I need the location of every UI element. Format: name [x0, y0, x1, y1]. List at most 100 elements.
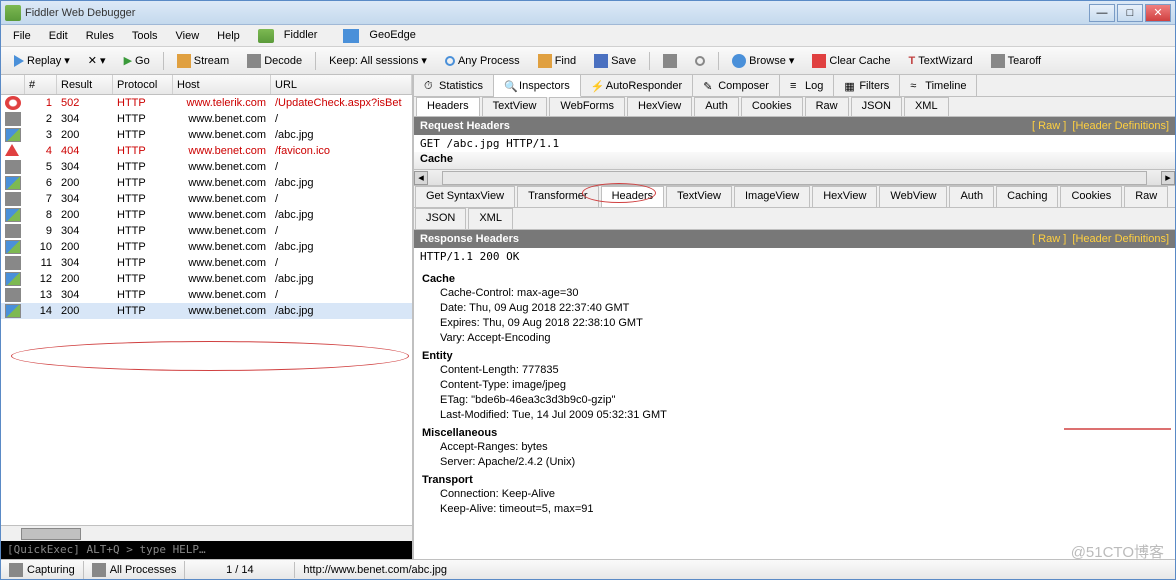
maximize-button[interactable]: □: [1117, 4, 1143, 22]
table-row[interactable]: 13 304 HTTP www.benet.com /: [1, 287, 412, 303]
menu-file[interactable]: File: [5, 28, 39, 44]
window-title: Fiddler Web Debugger: [25, 7, 1089, 19]
tab-filters[interactable]: ▦Filters: [834, 75, 900, 96]
req-raw-link[interactable]: [ Raw ]: [1032, 120, 1066, 132]
composer-icon: ✎: [703, 80, 715, 92]
reqtab-textview[interactable]: TextView: [482, 97, 548, 116]
table-row[interactable]: 5 304 HTTP www.benet.com /: [1, 159, 412, 175]
resp-raw-link[interactable]: [ Raw ]: [1032, 233, 1066, 245]
reqtab-raw[interactable]: Raw: [805, 97, 849, 116]
menu-edit[interactable]: Edit: [41, 28, 76, 44]
resptab-webview[interactable]: WebView: [879, 186, 947, 207]
tab-statistics[interactable]: ⏱Statistics: [414, 75, 494, 96]
keep-dropdown[interactable]: Keep: All sessions ▾: [322, 51, 434, 70]
menu-rules[interactable]: Rules: [78, 28, 122, 44]
camera-button[interactable]: [656, 51, 684, 71]
go-button[interactable]: ▶ Go: [117, 51, 157, 70]
replay-button[interactable]: Replay ▾: [7, 51, 77, 70]
reqtab-json[interactable]: JSON: [851, 97, 902, 116]
resptab-textview[interactable]: TextView: [666, 186, 732, 207]
save-icon: [594, 54, 608, 68]
req-hdef-link[interactable]: [Header Definitions]: [1072, 120, 1169, 132]
resptab-hexview[interactable]: HexView: [812, 186, 877, 207]
col-num[interactable]: #: [25, 75, 57, 94]
tab-inspectors[interactable]: 🔍Inspectors: [494, 75, 581, 97]
col-icon[interactable]: [1, 75, 25, 94]
table-row[interactable]: 3 200 HTTP www.benet.com /abc.jpg: [1, 127, 412, 143]
find-button[interactable]: Find: [531, 51, 583, 71]
resptab-auth[interactable]: Auth: [949, 186, 994, 207]
horizontal-scrollbar[interactable]: [1, 525, 412, 541]
reqtab-hexview[interactable]: HexView: [627, 97, 692, 116]
reqtab-cookies[interactable]: Cookies: [741, 97, 803, 116]
table-row[interactable]: 10 200 HTTP www.benet.com /abc.jpg: [1, 239, 412, 255]
menu-view[interactable]: View: [168, 28, 208, 44]
browse-button[interactable]: Browse ▾: [725, 51, 801, 71]
inspectors-icon: 🔍: [504, 80, 516, 92]
tab-timeline[interactable]: ≈Timeline: [900, 75, 977, 96]
resptab-xml[interactable]: XML: [468, 208, 513, 229]
reqtab-webforms[interactable]: WebForms: [549, 97, 625, 116]
col-url[interactable]: URL: [271, 75, 412, 94]
table-row[interactable]: 6 200 HTTP www.benet.com /abc.jpg: [1, 175, 412, 191]
resptab-imageview[interactable]: ImageView: [734, 186, 810, 207]
session-type-icon: [5, 288, 21, 302]
close-button[interactable]: ✕: [1145, 4, 1171, 22]
tab-composer[interactable]: ✎Composer: [693, 75, 780, 96]
textwizard-button[interactable]: T TextWizard: [902, 52, 980, 70]
menu-tools[interactable]: Tools: [124, 28, 166, 44]
response-tabs-row2: JSONXML: [414, 208, 1175, 230]
resptab-json[interactable]: JSON: [415, 208, 466, 229]
processes-filter[interactable]: All Processes: [84, 561, 186, 579]
tab-autoresponder[interactable]: ⚡AutoResponder: [581, 75, 693, 96]
stop-button[interactable]: ✕ ▾: [81, 51, 113, 70]
capturing-indicator[interactable]: Capturing: [1, 561, 84, 579]
reqtab-headers[interactable]: Headers: [416, 97, 480, 116]
reqtab-xml[interactable]: XML: [904, 97, 949, 116]
minimize-button[interactable]: —: [1089, 4, 1115, 22]
resptab-headers[interactable]: Headers: [601, 186, 665, 207]
tearoff-button[interactable]: Tearoff: [984, 51, 1048, 71]
stream-button[interactable]: Stream: [170, 51, 236, 71]
resp-hdef-link[interactable]: [Header Definitions]: [1072, 233, 1169, 245]
session-grid[interactable]: 1 502 HTTP www.telerik.com /UpdateCheck.…: [1, 95, 412, 525]
resptab-raw[interactable]: Raw: [1124, 186, 1168, 207]
header-item: Expires: Thu, 09 Aug 2018 22:38:10 GMT: [440, 316, 1167, 331]
decode-button[interactable]: Decode: [240, 51, 309, 71]
col-host[interactable]: Host: [173, 75, 271, 94]
autoresponder-icon: ⚡: [591, 80, 603, 92]
table-row[interactable]: 9 304 HTTP www.benet.com /: [1, 223, 412, 239]
timer-button[interactable]: [688, 53, 712, 69]
request-scrollbar[interactable]: ◂▸: [414, 170, 1175, 186]
statistics-icon: ⏱: [424, 80, 436, 92]
log-icon: ≡: [790, 80, 802, 92]
table-row[interactable]: 8 200 HTTP www.benet.com /abc.jpg: [1, 207, 412, 223]
col-proto[interactable]: Protocol: [113, 75, 173, 94]
clear-cache-button[interactable]: Clear Cache: [805, 51, 897, 71]
resptab-transformer[interactable]: Transformer: [517, 186, 599, 207]
table-row[interactable]: 2 304 HTTP www.benet.com /: [1, 111, 412, 127]
response-headers-bar: Response Headers [ Raw ] [Header Definit…: [414, 230, 1175, 248]
resptab-get-syntaxview[interactable]: Get SyntaxView: [415, 186, 515, 207]
decode-icon: [247, 54, 261, 68]
menu-geoedge[interactable]: GeoEdge: [335, 27, 431, 45]
table-row[interactable]: 4 404 HTTP www.benet.com /favicon.ico: [1, 143, 412, 159]
statusbar: Capturing All Processes 1 / 14 http://ww…: [1, 559, 1175, 579]
table-row[interactable]: 1 502 HTTP www.telerik.com /UpdateCheck.…: [1, 95, 412, 111]
quickexec-input[interactable]: [QuickExec] ALT+Q > type HELP…: [1, 541, 412, 559]
menu-fiddler[interactable]: Fiddler: [250, 27, 334, 45]
table-row[interactable]: 7 304 HTTP www.benet.com /: [1, 191, 412, 207]
header-item: Last-Modified: Tue, 14 Jul 2009 05:32:31…: [440, 408, 1167, 423]
col-result[interactable]: Result: [57, 75, 113, 94]
resptab-caching[interactable]: Caching: [996, 186, 1058, 207]
save-button[interactable]: Save: [587, 51, 643, 71]
table-row[interactable]: 14 200 HTTP www.benet.com /abc.jpg: [1, 303, 412, 319]
any-process-button[interactable]: Any Process: [438, 52, 527, 70]
resptab-cookies[interactable]: Cookies: [1060, 186, 1122, 207]
request-headers-bar: Request Headers [ Raw ] [Header Definiti…: [414, 117, 1175, 135]
table-row[interactable]: 12 200 HTTP www.benet.com /abc.jpg: [1, 271, 412, 287]
tab-log[interactable]: ≡Log: [780, 75, 834, 96]
menu-help[interactable]: Help: [209, 28, 248, 44]
table-row[interactable]: 11 304 HTTP www.benet.com /: [1, 255, 412, 271]
reqtab-auth[interactable]: Auth: [694, 97, 739, 116]
